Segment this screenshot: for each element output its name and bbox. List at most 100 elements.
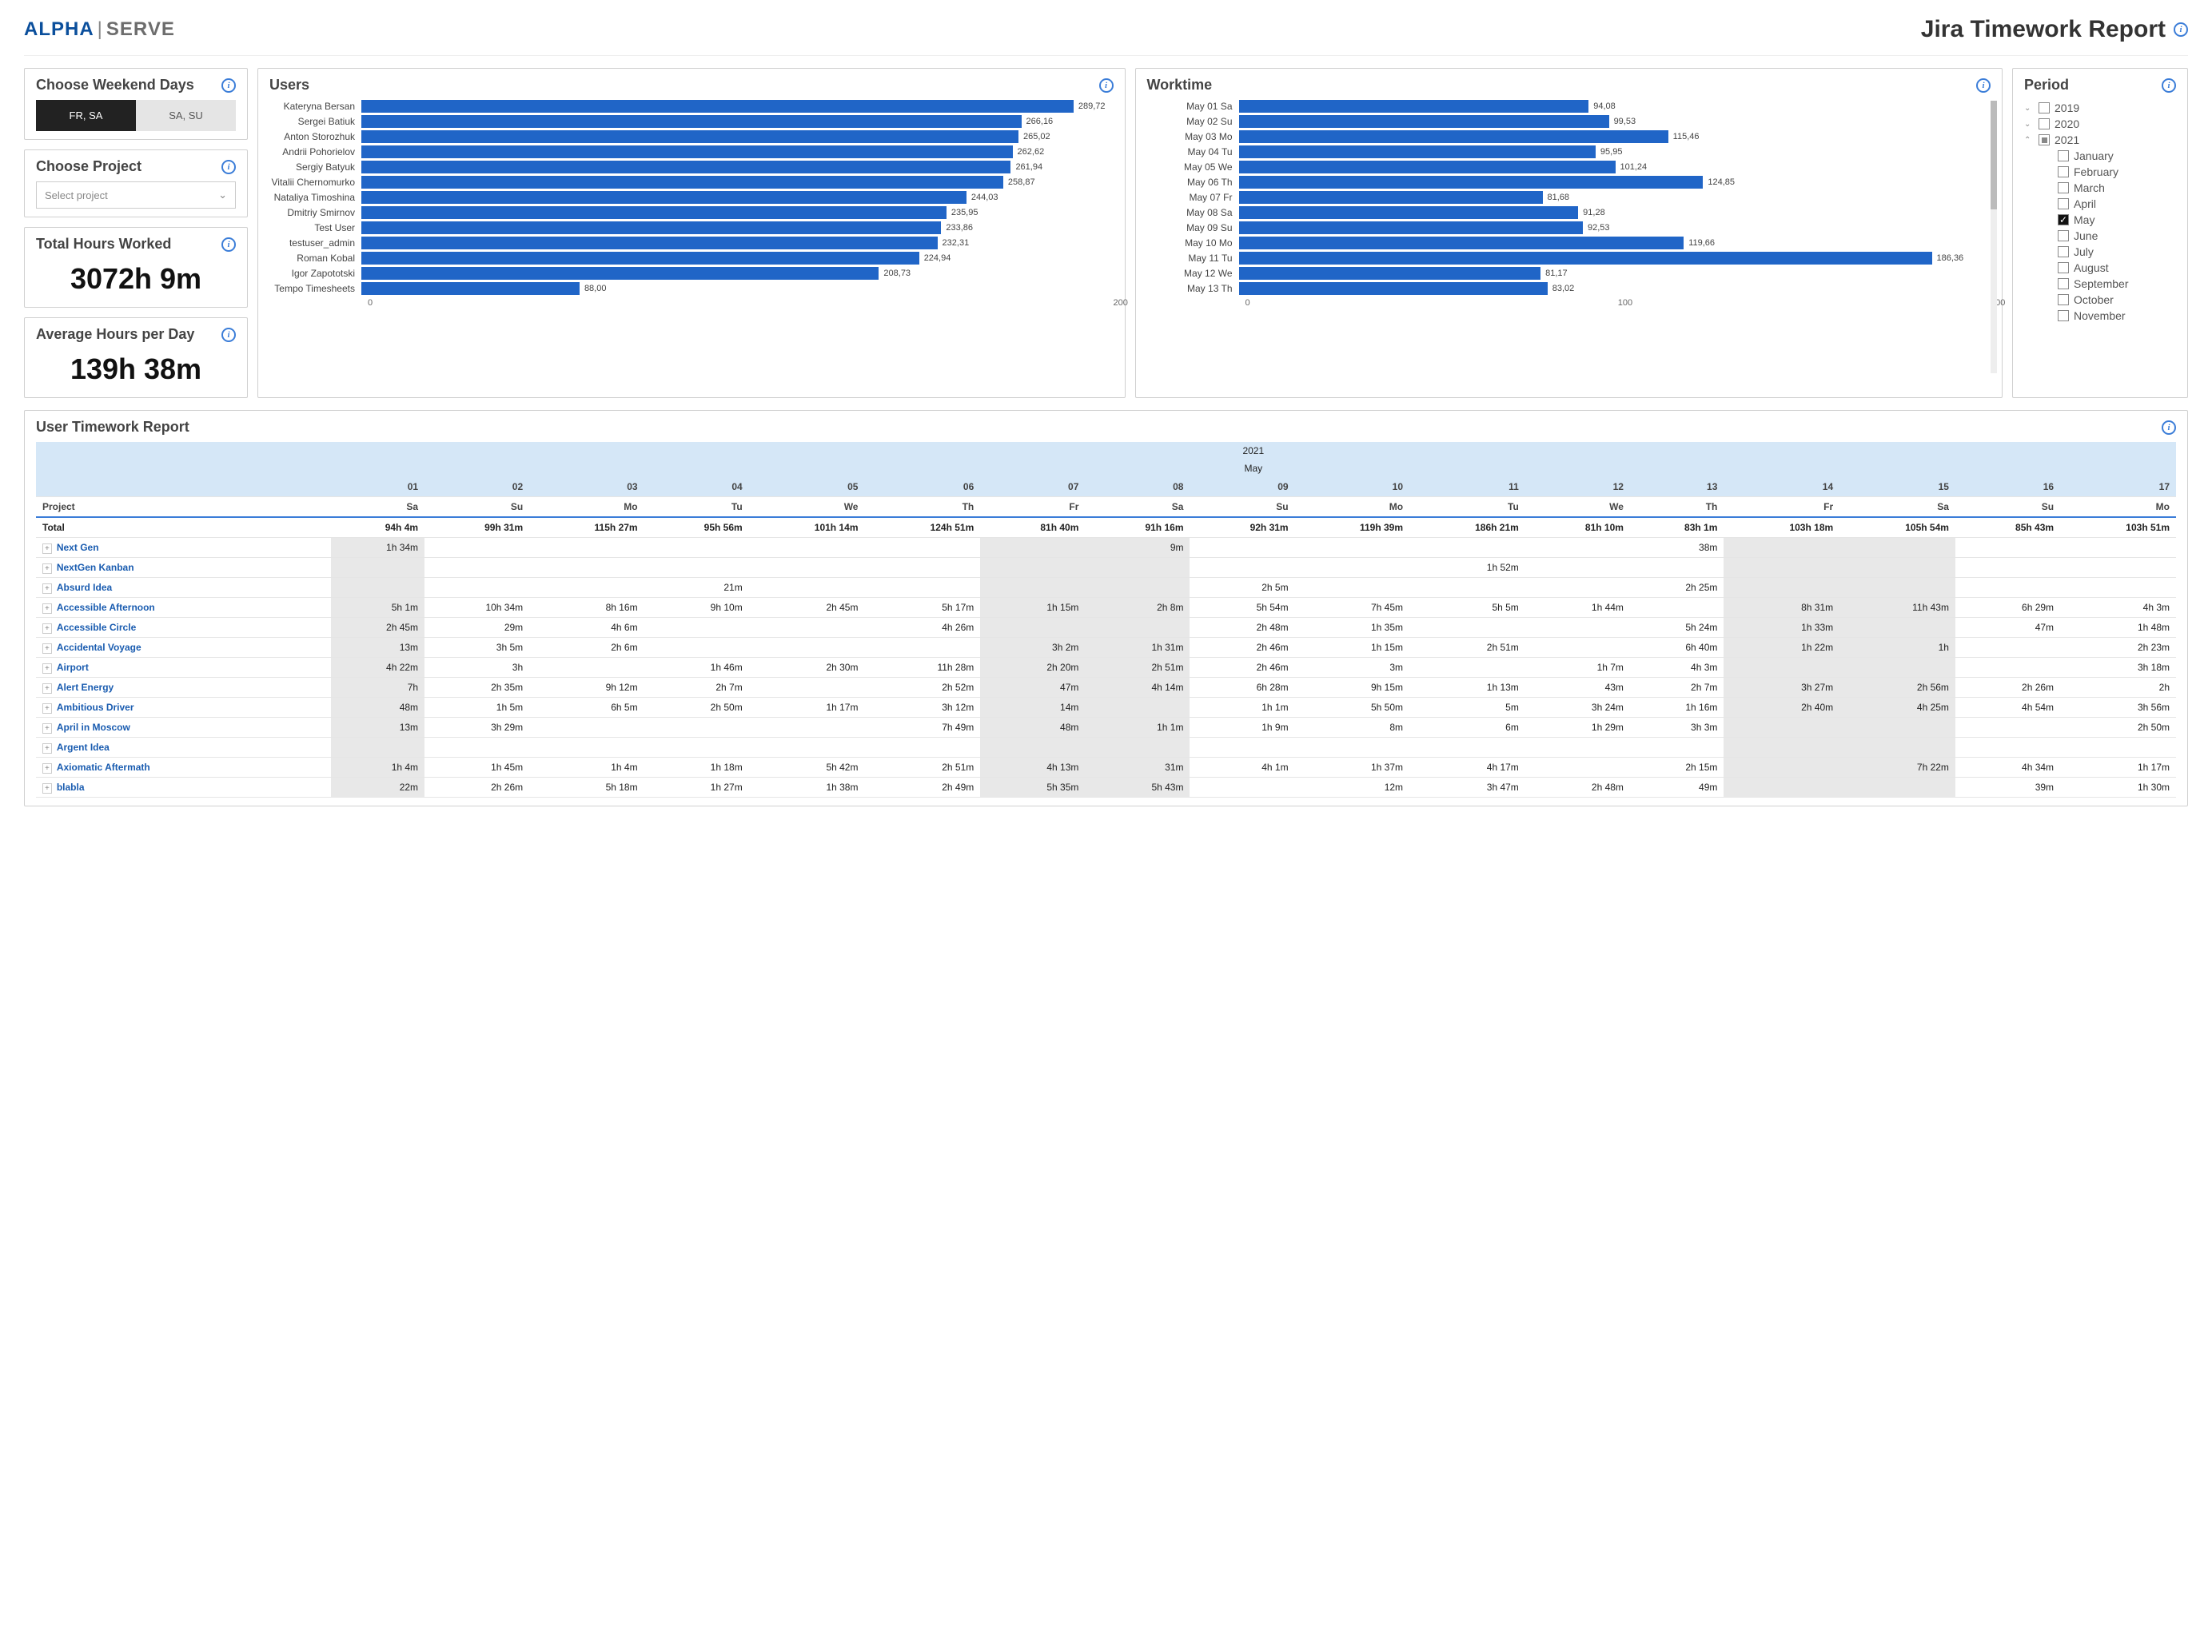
project-name[interactable]: Accessible Circle bbox=[57, 622, 136, 633]
project-name[interactable]: NextGen Kanban bbox=[57, 562, 134, 573]
info-icon[interactable]: i bbox=[221, 78, 236, 93]
bar-fill bbox=[1239, 115, 1609, 128]
expand-icon[interactable]: + bbox=[42, 783, 52, 794]
expand-icon[interactable]: + bbox=[42, 763, 52, 774]
tree-row-september[interactable]: September bbox=[2024, 276, 2176, 292]
project-cell[interactable]: + Airport bbox=[36, 658, 331, 678]
project-cell[interactable]: + Accidental Voyage bbox=[36, 638, 331, 658]
tree-row-january[interactable]: January bbox=[2024, 148, 2176, 164]
expand-icon[interactable]: + bbox=[42, 703, 52, 714]
expand-icon[interactable]: + bbox=[42, 683, 52, 694]
info-icon[interactable]: i bbox=[2162, 420, 2176, 435]
expand-icon[interactable]: + bbox=[42, 743, 52, 754]
project-name[interactable]: Accidental Voyage bbox=[57, 642, 141, 653]
checkbox[interactable] bbox=[2058, 182, 2069, 193]
checkbox[interactable] bbox=[2058, 198, 2069, 209]
project-name[interactable]: Argent Idea bbox=[57, 742, 110, 753]
project-cell[interactable]: + Accessible Circle bbox=[36, 618, 331, 638]
expand-icon[interactable]: + bbox=[42, 543, 52, 554]
data-cell: 2h 45m bbox=[331, 618, 424, 638]
info-icon[interactable]: i bbox=[2174, 22, 2188, 37]
expand-icon[interactable]: + bbox=[42, 663, 52, 674]
project-name[interactable]: Absurd Idea bbox=[57, 582, 112, 593]
bar-value: 83,02 bbox=[1552, 284, 1575, 293]
info-icon[interactable]: i bbox=[221, 160, 236, 174]
checkbox[interactable] bbox=[2039, 118, 2050, 129]
project-name[interactable]: Airport bbox=[57, 662, 89, 673]
project-cell[interactable]: + April in Moscow bbox=[36, 718, 331, 738]
axis-tick: 0 bbox=[1245, 298, 1618, 308]
checkbox[interactable] bbox=[2058, 150, 2069, 161]
info-icon[interactable]: i bbox=[1976, 78, 1991, 93]
info-icon[interactable]: i bbox=[1099, 78, 1114, 93]
checkbox[interactable]: ✓ bbox=[2058, 214, 2069, 225]
project-name[interactable]: Alert Energy bbox=[57, 682, 114, 693]
project-cell[interactable]: + Argent Idea bbox=[36, 738, 331, 758]
info-icon[interactable]: i bbox=[221, 328, 236, 342]
project-cell[interactable]: + Axiomatic Aftermath bbox=[36, 758, 331, 778]
bar-row: May 08 Sa91,28 bbox=[1147, 206, 1983, 219]
bar-fill bbox=[1239, 237, 1684, 249]
project-cell[interactable]: + blabla bbox=[36, 778, 331, 798]
scrollbar[interactable] bbox=[1991, 101, 1997, 373]
tree-row-2021[interactable]: ⌃2021 bbox=[2024, 132, 2176, 148]
tree-row-june[interactable]: June bbox=[2024, 228, 2176, 244]
day-num-header: 03 bbox=[529, 477, 644, 497]
data-cell: 5h 43m bbox=[1085, 778, 1190, 798]
project-cell[interactable]: + NextGen Kanban bbox=[36, 558, 331, 578]
checkbox[interactable] bbox=[2039, 134, 2050, 145]
project-cell[interactable]: + Absurd Idea bbox=[36, 578, 331, 598]
expand-icon[interactable]: + bbox=[42, 643, 52, 654]
checkbox[interactable] bbox=[2058, 246, 2069, 257]
project-name[interactable]: Next Gen bbox=[57, 542, 99, 553]
project-name[interactable]: Ambitious Driver bbox=[57, 702, 134, 713]
bar-fill bbox=[361, 237, 938, 249]
logo-alpha: ALPHA bbox=[24, 18, 94, 41]
data-cell: 5h 35m bbox=[980, 778, 1085, 798]
tree-row-2020[interactable]: ⌄2020 bbox=[2024, 116, 2176, 132]
project-cell[interactable]: + Ambitious Driver bbox=[36, 698, 331, 718]
checkbox[interactable] bbox=[2058, 310, 2069, 321]
info-icon[interactable]: i bbox=[221, 237, 236, 252]
project-cell[interactable]: + Accessible Afternoon bbox=[36, 598, 331, 618]
project-cell[interactable]: + Alert Energy bbox=[36, 678, 331, 698]
checkbox[interactable] bbox=[2058, 230, 2069, 241]
expand-icon[interactable]: + bbox=[42, 723, 52, 734]
project-name[interactable]: Axiomatic Aftermath bbox=[57, 762, 150, 773]
tree-row-february[interactable]: February bbox=[2024, 164, 2176, 180]
bar-fill bbox=[361, 130, 1018, 143]
checkbox[interactable] bbox=[2039, 102, 2050, 113]
bar-track: 224,94 bbox=[361, 252, 1106, 265]
project-name[interactable]: Accessible Afternoon bbox=[57, 602, 155, 613]
weekend-fr-sa-button[interactable]: FR, SA bbox=[36, 100, 136, 131]
project-name[interactable]: blabla bbox=[57, 782, 85, 793]
report-table-wrap[interactable]: 2021May010203040506070809101112131415161… bbox=[36, 442, 2176, 798]
tree-row-march[interactable]: March bbox=[2024, 180, 2176, 196]
expand-icon[interactable]: + bbox=[42, 583, 52, 594]
tree-row-2019[interactable]: ⌄2019 bbox=[2024, 100, 2176, 116]
info-icon[interactable]: i bbox=[2162, 78, 2176, 93]
expand-icon[interactable]: + bbox=[42, 563, 52, 574]
total-cell: 186h 21m bbox=[1409, 517, 1525, 538]
expand-icon[interactable]: + bbox=[42, 603, 52, 614]
data-cell: 2h 25m bbox=[1630, 578, 1724, 598]
tree-row-april[interactable]: April bbox=[2024, 196, 2176, 212]
weekend-sa-su-button[interactable]: SA, SU bbox=[136, 100, 236, 131]
tree-row-july[interactable]: July bbox=[2024, 244, 2176, 260]
project-cell[interactable]: + Next Gen bbox=[36, 538, 331, 558]
bar-value: 91,28 bbox=[1583, 208, 1605, 217]
data-cell: 13m bbox=[331, 718, 424, 738]
expand-icon[interactable]: + bbox=[42, 623, 52, 634]
tree-row-may[interactable]: ✓May bbox=[2024, 212, 2176, 228]
project-select[interactable]: Select project ⌄ bbox=[36, 181, 236, 209]
total-cell: 119h 39m bbox=[1295, 517, 1409, 538]
day-num-header: 07 bbox=[980, 477, 1085, 497]
project-name[interactable]: April in Moscow bbox=[57, 722, 130, 733]
bar-label: May 09 Su bbox=[1147, 222, 1239, 233]
checkbox[interactable] bbox=[2058, 262, 2069, 273]
tree-row-august[interactable]: August bbox=[2024, 260, 2176, 276]
day-num-header: 14 bbox=[1724, 477, 1839, 497]
checkbox[interactable] bbox=[2058, 166, 2069, 177]
checkbox[interactable] bbox=[2058, 278, 2069, 289]
tree-row-november[interactable]: November bbox=[2024, 308, 2176, 324]
